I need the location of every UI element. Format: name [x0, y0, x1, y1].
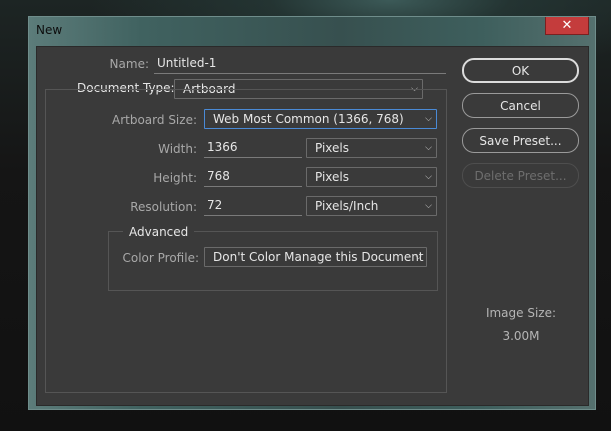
artboard-size-label: Artboard Size: — [112, 113, 197, 127]
dialog-body: Name: Untitled-1 Document Type: Artboard… — [36, 46, 589, 406]
height-unit-value: Pixels — [315, 170, 350, 184]
close-icon: ✕ — [561, 18, 573, 33]
new-document-dialog: New ✕ Name: Untitled-1 Document Type: Ar… — [28, 16, 596, 410]
color-profile-dropdown[interactable]: Don't Color Manage this Document ⌵ — [204, 247, 427, 267]
image-size-label: Image Size: — [485, 306, 557, 320]
resolution-unit-dropdown[interactable]: Pixels/Inch ⌵ — [306, 196, 437, 216]
name-field[interactable]: Untitled-1 — [154, 54, 446, 74]
chevron-down-icon: ⌵ — [415, 252, 422, 262]
height-field[interactable]: 768 — [204, 167, 302, 187]
resolution-unit-value: Pixels/Inch — [315, 199, 379, 213]
close-button[interactable]: ✕ — [545, 17, 589, 35]
image-size-value: 3.00M — [502, 329, 540, 343]
name-label: Name: — [109, 57, 149, 71]
height-label: Height: — [153, 171, 197, 185]
artboard-size-dropdown[interactable]: Web Most Common (1366, 768) ⌵ — [204, 109, 437, 129]
width-unit-value: Pixels — [315, 141, 350, 155]
chevron-down-icon: ⌵ — [425, 201, 432, 211]
resolution-label: Resolution: — [130, 200, 197, 214]
delete-preset-button[interactable]: Delete Preset... — [462, 163, 579, 188]
chevron-down-icon: ⌵ — [425, 114, 432, 124]
cancel-button[interactable]: Cancel — [462, 93, 579, 118]
chevron-down-icon: ⌵ — [425, 172, 432, 182]
save-preset-button[interactable]: Save Preset... — [462, 128, 579, 153]
width-field[interactable]: 1366 — [204, 138, 302, 158]
width-unit-dropdown[interactable]: Pixels ⌵ — [306, 138, 437, 158]
width-label: Width: — [158, 142, 197, 156]
chevron-down-icon: ⌵ — [425, 143, 432, 153]
advanced-label: Advanced — [123, 225, 195, 239]
color-profile-value: Don't Color Manage this Document — [213, 250, 424, 264]
ok-button[interactable]: OK — [462, 58, 579, 83]
color-profile-label: Color Profile: — [122, 251, 200, 265]
height-unit-dropdown[interactable]: Pixels ⌵ — [306, 167, 437, 187]
dialog-title: New — [36, 23, 63, 37]
artboard-size-value: Web Most Common (1366, 768) — [213, 112, 404, 126]
resolution-field[interactable]: 72 — [204, 196, 302, 216]
